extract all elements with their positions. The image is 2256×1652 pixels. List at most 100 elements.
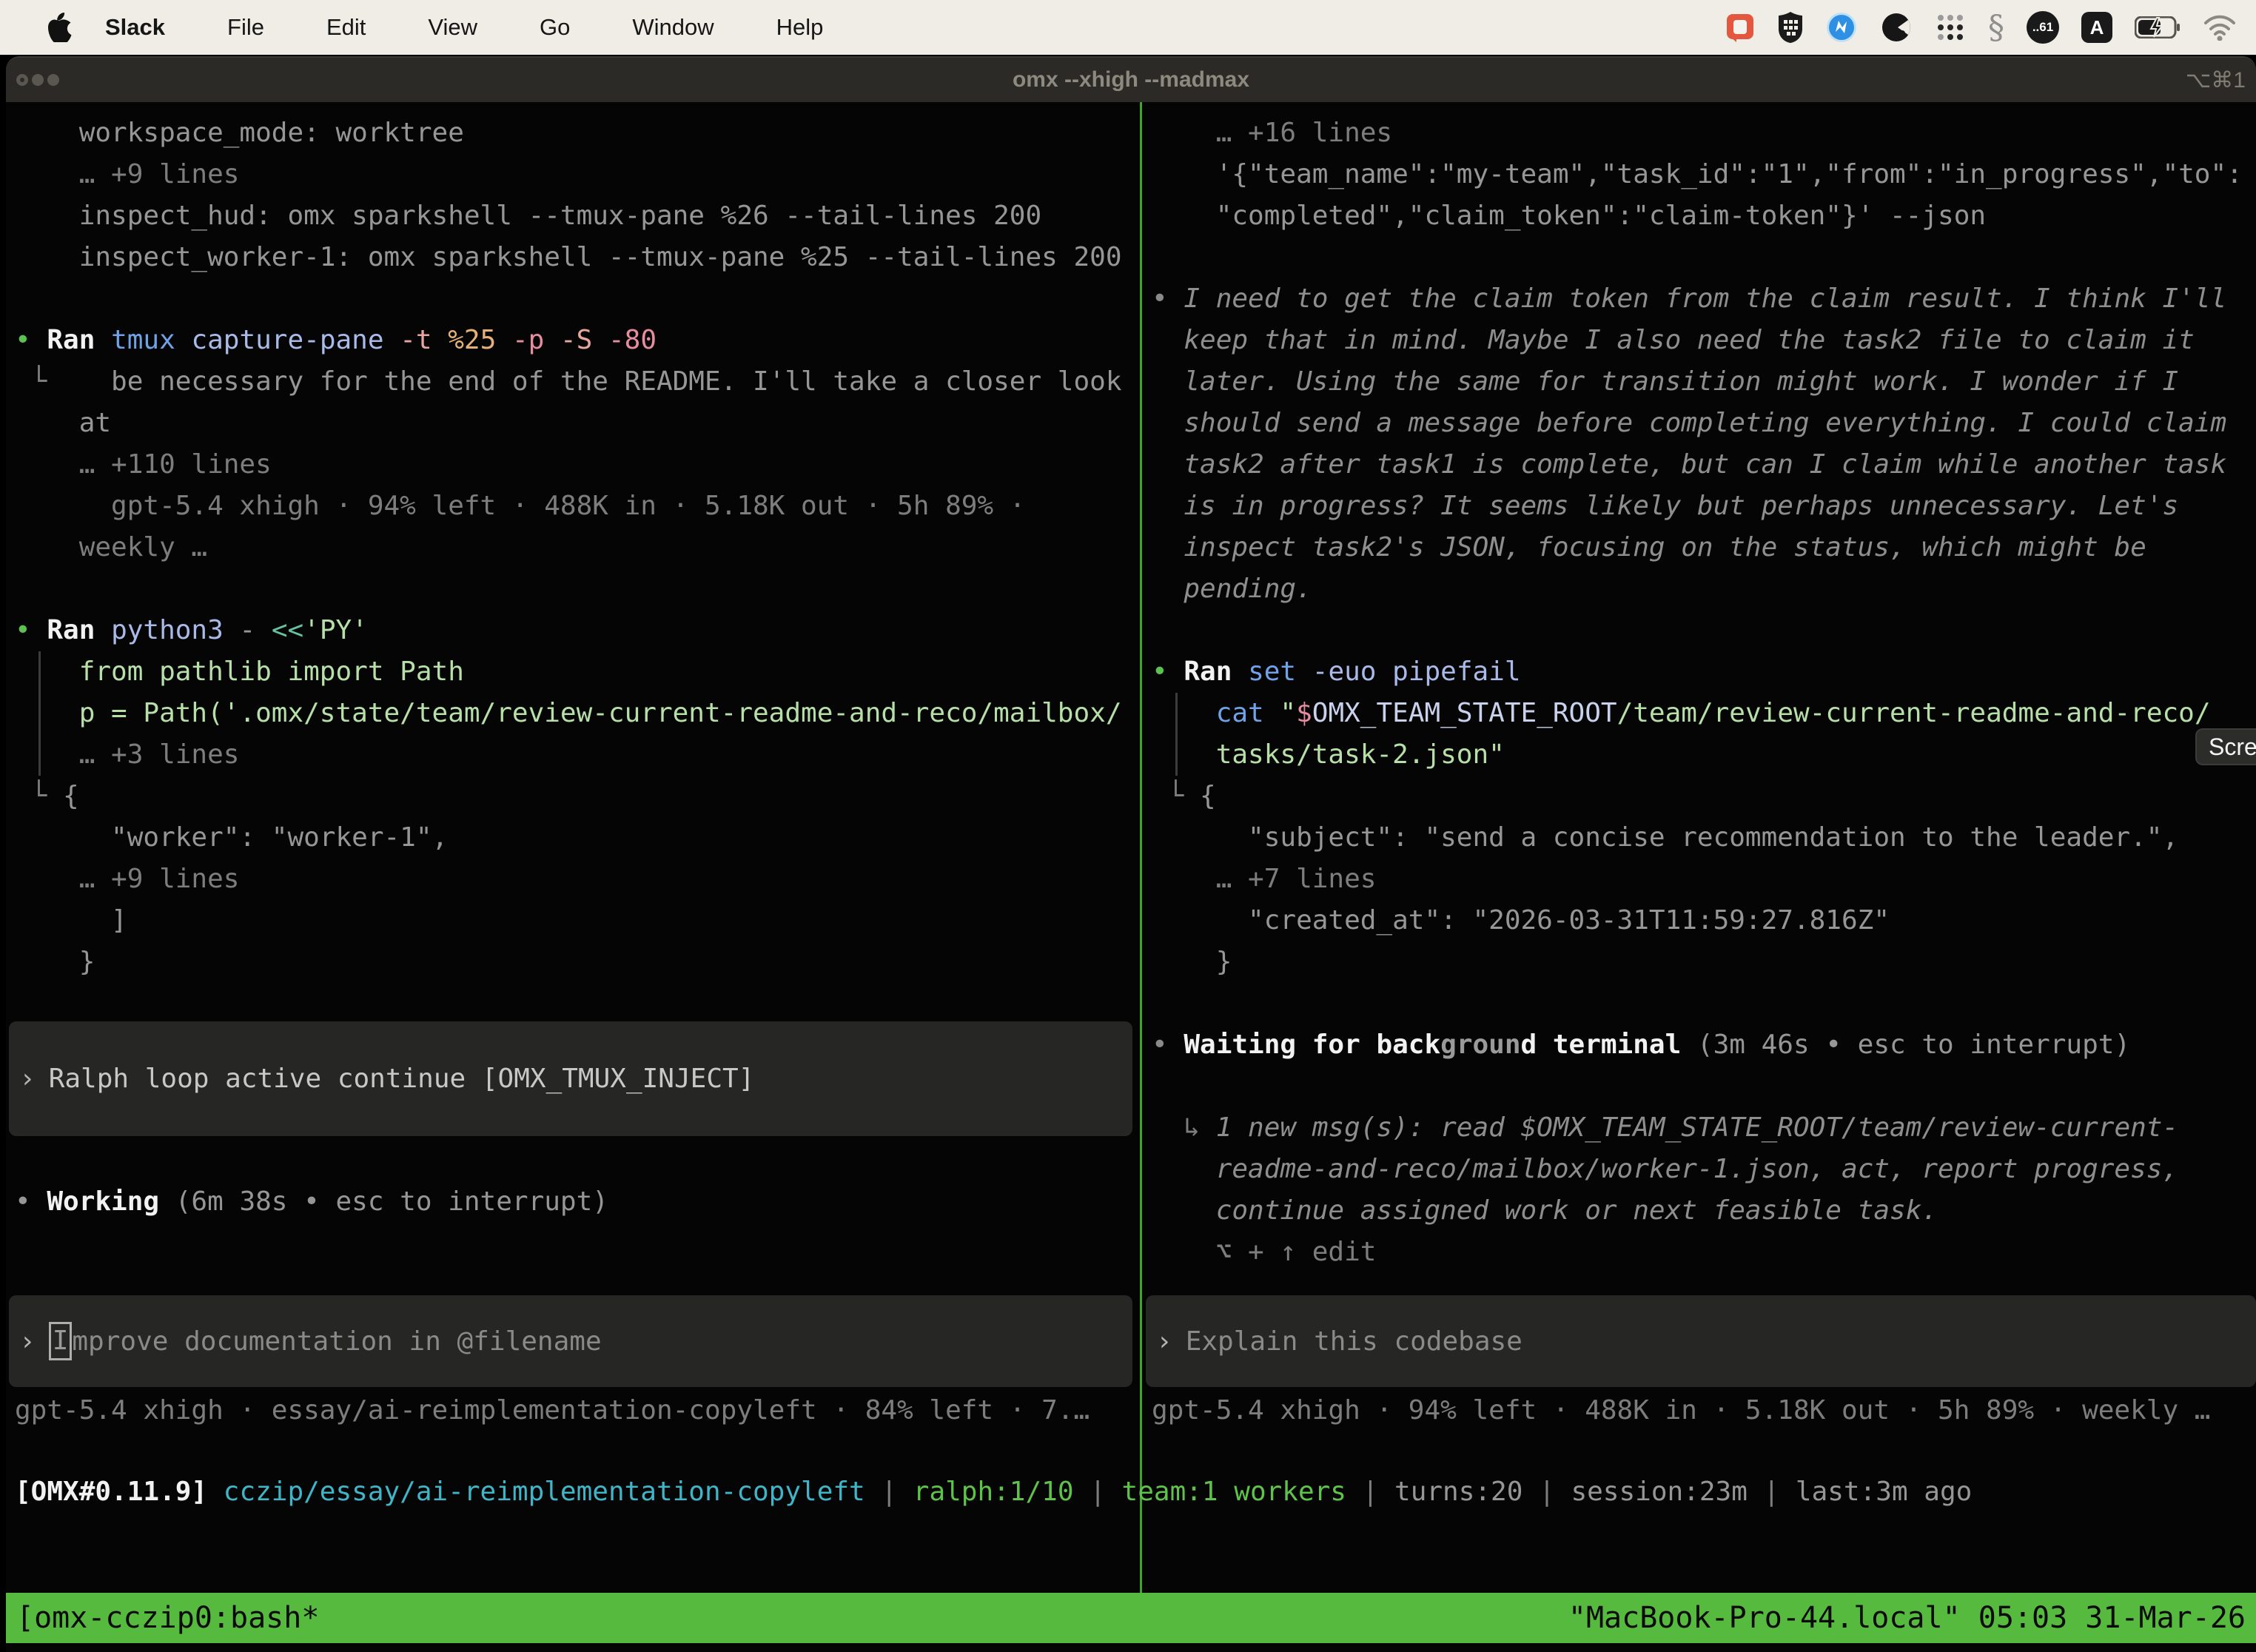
tmux-host-clock: "MacBook-Pro-44.local" 05:03 31-Mar-26 (1568, 1601, 2246, 1635)
terminal-line (1152, 983, 2256, 1024)
terminal-line: task2 after task1 is complete, but can I… (1152, 444, 2256, 486)
menu-item-view[interactable]: View (428, 14, 477, 41)
terminal-line: • Ran tmux capture-pane -t %25 -p -S -80 (15, 320, 1137, 361)
window-shortcut-badge: ⌥⌘1 (2186, 67, 2246, 93)
tmux-session-label: [omx-cczip0:bash* (16, 1601, 319, 1635)
terminal-line: "worker": "worker-1", (15, 817, 1137, 859)
menu-items: Slack File Edit View Go Window Help (105, 14, 823, 41)
terminal-line: • Waiting for background terminal (3m 46… (1152, 1024, 2256, 1066)
terminal-line: • I need to get the claim token from the… (1152, 278, 2256, 320)
terminal-line: … +3 lines (15, 734, 1137, 776)
menu-item-edit[interactable]: Edit (326, 14, 366, 41)
terminal-window: omx --xhigh --madmax ⌥⌘1 workspace_mode:… (6, 56, 2256, 1652)
terminal-line: at (15, 403, 1137, 444)
pane-divider[interactable] (1140, 102, 1142, 1593)
prompt-chevron-icon: › (1156, 1326, 1172, 1357)
terminal-line: } (15, 941, 1137, 983)
terminal-line: … +110 lines (15, 444, 1137, 486)
terminal-line (1152, 237, 2256, 278)
left-command-input[interactable]: › I mprove documentation in @filename (9, 1295, 1132, 1387)
terminal-line: ] (15, 900, 1137, 941)
terminal-line: gpt-5.4 xhigh · essay/ai-reimplementatio… (15, 1390, 1090, 1431)
terminal-line: inspect task2's JSON, focusing on the st… (1152, 527, 2256, 568)
terminal-line: keep that in mind. Maybe I also need the… (1152, 320, 2256, 361)
left-working-status: • Working (6m 38s • esc to interrupt) (15, 1181, 608, 1223)
right-input-placeholder: Explain this codebase (1186, 1326, 1523, 1357)
terminal-line: } (1152, 941, 2256, 983)
terminal-line: "created_at": "2026-03-31T11:59:27.816Z" (1152, 900, 2256, 941)
section-squiggle-icon[interactable]: § (1988, 9, 2004, 47)
ralph-loop-banner[interactable]: › Ralph loop active continue [OMX_TMUX_I… (9, 1021, 1132, 1136)
right-model-status: gpt-5.4 xhigh · 94% left · 488K in · 5.1… (1152, 1390, 2210, 1431)
terminal-line: pending. (1152, 568, 2256, 610)
left-input-placeholder: mprove documentation in @filename (72, 1326, 601, 1357)
terminal-line: "completed","claim_token":"claim-token"}… (1152, 195, 2256, 237)
omx-status-line: [OMX#0.11.9] cczip/essay/ai-reimplementa… (15, 1471, 1972, 1513)
terminal-line (1152, 610, 2256, 651)
terminal-line: should send a message before completing … (1152, 403, 2256, 444)
terminal-line: ↳ 1 new msg(s): read $OMX_TEAM_STATE_ROO… (1152, 1107, 2256, 1149)
terminal-line: from pathlib import Path (15, 651, 1137, 693)
terminal-line: inspect_hud: omx sparkshell --tmux-pane … (15, 195, 1137, 237)
terminal-line: "subject": "send a concise recommendatio… (1152, 817, 2256, 859)
prompt-chevron-icon: › (19, 1064, 36, 1094)
terminal-line: workspace_mode: worktree (15, 113, 1137, 154)
keyboard-layout-icon[interactable]: A (2081, 12, 2112, 43)
menu-status-items: § ..61 A (1725, 0, 2237, 55)
battery-icon[interactable] (2135, 16, 2181, 38)
window-title-bar[interactable]: omx --xhigh --madmax ⌥⌘1 (6, 58, 2256, 102)
terminal-line: readme-and-reco/mailbox/worker-1.json, a… (1152, 1149, 2256, 1190)
indent-guide (38, 651, 41, 776)
terminal-line: p = Path('.omx/state/team/review-current… (15, 693, 1137, 734)
terminal-line: • Working (6m 38s • esc to interrupt) (15, 1181, 608, 1223)
terminal-line: ⌥ + ↑ edit (1152, 1232, 2256, 1273)
window-title: omx --xhigh --madmax (6, 67, 2256, 93)
screen-toast[interactable]: Scre (2195, 728, 2256, 765)
terminal-line (1152, 1066, 2256, 1107)
terminal-line: '{"team_name":"my-team","task_id":"1","f… (1152, 154, 2256, 195)
wifi-icon[interactable] (2203, 14, 2237, 41)
menu-bar: Slack File Edit View Go Window Help § ..… (0, 0, 2256, 55)
terminal-line: inspect_worker-1: omx sparkshell --tmux-… (15, 237, 1137, 278)
right-pane-output: … +16 lines '{"team_name":"my-team","tas… (1152, 113, 2256, 1273)
terminal-line: later. Using the same for transition mig… (1152, 361, 2256, 403)
terminal-line: └ { (1152, 776, 2256, 817)
left-model-status: gpt-5.4 xhigh · essay/ai-reimplementatio… (15, 1390, 1090, 1431)
terminal-line: continue assigned work or next feasible … (1152, 1190, 2256, 1232)
pie-circle-icon[interactable] (1880, 11, 1913, 44)
terminal-line: • Ran python3 - <<'PY' (15, 610, 1137, 651)
terminal-line: └ be necessary for the end of the README… (15, 361, 1137, 403)
terminal-line (15, 568, 1137, 610)
terminal-line: … +16 lines (1152, 113, 2256, 154)
terminal-line: weekly … (15, 527, 1137, 568)
menu-item-window[interactable]: Window (632, 14, 714, 41)
prompt-chevron-icon: › (19, 1326, 36, 1357)
terminal-line: is in progress? It seems likely but perh… (1152, 486, 2256, 527)
menu-item-file[interactable]: File (227, 14, 264, 41)
chat-app-icon[interactable] (1725, 12, 1756, 43)
tmux-status-bar[interactable]: [omx-cczip0:bash* "MacBook-Pro-44.local"… (6, 1593, 2256, 1643)
count-badge-icon[interactable]: ..61 (2027, 11, 2059, 44)
terminal-line: … +7 lines (1152, 859, 2256, 900)
menu-item-go[interactable]: Go (540, 14, 570, 41)
terminal-line: • Ran set -euo pipefail (1152, 651, 2256, 693)
terminal-line: gpt-5.4 xhigh · 94% left · 488K in · 5.1… (15, 486, 1137, 527)
apple-logo-icon[interactable] (47, 13, 73, 42)
menu-app-name[interactable]: Slack (105, 14, 165, 41)
left-pane-output: workspace_mode: worktree … +9 lines insp… (15, 113, 1137, 983)
text-cursor: I (49, 1322, 73, 1360)
privacy-shield-icon[interactable] (1778, 11, 1803, 44)
ralph-loop-text: Ralph loop active continue [OMX_TMUX_INJ… (49, 1064, 755, 1094)
indent-guide (1175, 693, 1178, 776)
terminal-line: └ { (15, 776, 1137, 817)
terminal-line: cat "$OMX_TEAM_STATE_ROOT/team/review-cu… (1152, 693, 2256, 734)
terminal-line (15, 278, 1137, 320)
terminal-line: … +9 lines (15, 154, 1137, 195)
terminal-line: [OMX#0.11.9] cczip/essay/ai-reimplementa… (15, 1471, 1972, 1513)
terminal-line: tasks/task-2.json" (1152, 734, 2256, 776)
dots-grid-icon[interactable] (1935, 12, 1966, 43)
menu-item-help[interactable]: Help (776, 14, 824, 41)
terminal-line: … +9 lines (15, 859, 1137, 900)
blue-badge-icon[interactable] (1825, 11, 1858, 44)
right-command-input[interactable]: › Explain this codebase (1146, 1295, 2256, 1387)
